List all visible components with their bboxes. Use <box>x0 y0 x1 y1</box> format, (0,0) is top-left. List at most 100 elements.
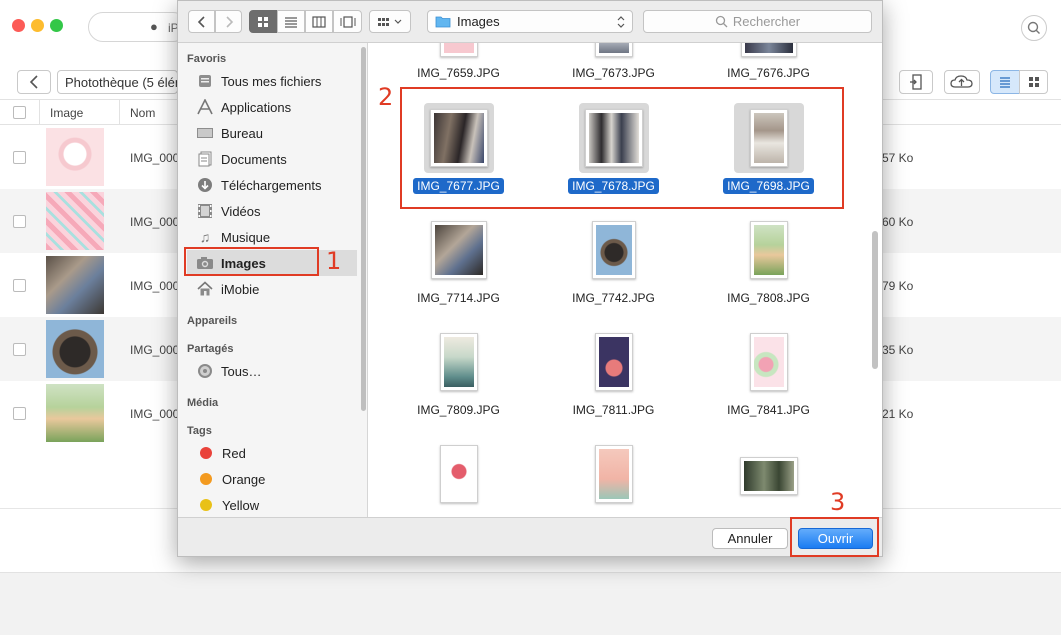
file-thumbnail <box>594 333 633 391</box>
column-name[interactable]: Nom <box>130 106 155 120</box>
file-item[interactable]: IMG_7811.JPG <box>541 327 686 437</box>
file-item[interactable]: IMG_7841.JPG <box>696 327 841 437</box>
tags-heading: Tags <box>187 425 212 437</box>
cancel-button[interactable]: Annuler <box>712 528 788 549</box>
search-icon <box>1027 21 1040 34</box>
list-view-icon <box>1000 77 1010 88</box>
icon-view-button[interactable] <box>249 10 277 33</box>
row-checkbox[interactable] <box>13 343 26 356</box>
sidebar-item-label: Orange <box>222 471 266 487</box>
updown-chevron-icon <box>617 16 625 28</box>
breadcrumb[interactable]: Photothèque (5 éléments) <box>57 70 178 94</box>
sidebar-item-label: Red <box>222 445 246 461</box>
device-tab[interactable]: ● iPhone <box>88 12 188 42</box>
appareils-heading: Appareils <box>187 315 238 327</box>
row-size: 35 Ko <box>882 343 914 357</box>
annotation-box-images <box>184 247 319 276</box>
sidebar-scrollbar[interactable] <box>361 47 366 411</box>
grid-view-button[interactable] <box>1019 70 1048 94</box>
chevron-left-icon <box>197 15 205 28</box>
sidebar-item-videos[interactable]: Vidéos <box>187 198 357 224</box>
location-popup[interactable]: Images <box>427 10 633 33</box>
back-button[interactable] <box>188 10 215 33</box>
sidebar-tag-orange[interactable]: Orange <box>187 466 357 492</box>
row-size: 21 Ko <box>882 407 914 421</box>
column-image[interactable]: Image <box>50 106 83 120</box>
chevron-left-icon <box>29 75 38 89</box>
coverflow-view-button[interactable] <box>333 10 362 33</box>
sidebar-item-downloads[interactable]: Téléchargements <box>187 172 357 198</box>
back-button[interactable] <box>17 70 51 94</box>
column-view-icon <box>312 15 326 28</box>
cloud-upload-button[interactable] <box>944 70 980 94</box>
downloads-icon <box>196 176 214 194</box>
sidebar-item-label: iMobie <box>221 281 260 297</box>
file-thumbnail <box>439 333 478 391</box>
file-item[interactable]: IMG_7808.JPG <box>696 215 841 325</box>
grid-scrollbar[interactable] <box>872 231 878 369</box>
file-name: IMG_7809.JPG <box>417 403 500 417</box>
file-item[interactable] <box>386 439 531 517</box>
file-item[interactable]: IMG_7742.JPG <box>541 215 686 325</box>
sidebar-item-label: Vidéos <box>221 203 261 219</box>
sidebar-item-label: Téléchargements <box>221 177 322 193</box>
file-item[interactable]: IMG_7809.JPG <box>386 327 531 437</box>
annotation-box-selected-files <box>400 87 844 209</box>
photo-thumbnail <box>46 384 104 442</box>
search-icon <box>715 15 728 28</box>
select-all-checkbox[interactable] <box>13 106 26 119</box>
search-field[interactable]: Rechercher <box>643 10 872 33</box>
annotation-step-1: 1 <box>326 247 342 275</box>
sidebar-item-all-files[interactable]: Tous mes fichiers <box>187 68 357 94</box>
import-button[interactable] <box>899 70 933 94</box>
search-placeholder: Rechercher <box>732 14 801 29</box>
sidebar-item-applications[interactable]: Applications <box>187 94 357 120</box>
file-name: IMG_7673.JPG <box>572 66 655 80</box>
arrange-icon <box>378 17 402 26</box>
sidebar-item-imobie[interactable]: iMobie <box>187 276 357 302</box>
sidebar-tag-red[interactable]: Red <box>187 440 357 466</box>
file-name: IMG_7808.JPG <box>727 291 810 305</box>
row-checkbox[interactable] <box>13 279 26 292</box>
coverflow-view-icon <box>340 15 355 28</box>
sidebar-item-label: Tous… <box>221 363 262 379</box>
library-footer <box>0 572 1061 635</box>
list-view-button[interactable] <box>990 70 1020 94</box>
minimize-window-button[interactable] <box>31 19 44 32</box>
forward-button[interactable] <box>215 10 242 33</box>
row-checkbox[interactable] <box>13 151 26 164</box>
arrange-menu-button[interactable] <box>369 10 411 33</box>
search-button[interactable] <box>1021 15 1047 41</box>
row-checkbox[interactable] <box>13 215 26 228</box>
close-window-button[interactable] <box>12 19 25 32</box>
sidebar-item-documents[interactable]: Documents <box>187 146 357 172</box>
column-view-button[interactable] <box>305 10 333 33</box>
file-item[interactable] <box>696 439 841 517</box>
file-thumbnail <box>739 457 798 495</box>
sidebar-tag-yellow[interactable]: Yellow <box>187 492 357 518</box>
zoom-window-button[interactable] <box>50 19 63 32</box>
file-name: IMG_7811.JPG <box>572 403 655 417</box>
file-thumbnail <box>594 43 633 57</box>
sidebar-item-label: Tous mes fichiers <box>221 73 322 89</box>
desktop-icon <box>196 124 214 142</box>
file-thumbnail <box>591 221 636 279</box>
sidebar-item-desktop[interactable]: Bureau <box>187 120 357 146</box>
file-item[interactable]: IMG_7714.JPG <box>386 215 531 325</box>
file-name: IMG_7841.JPG <box>727 403 810 417</box>
import-icon <box>910 74 922 90</box>
sidebar-item-label: Musique <box>221 229 271 245</box>
apple-icon: ● <box>150 19 158 34</box>
file-thumbnail <box>749 333 788 391</box>
photo-thumbnail <box>46 320 104 378</box>
sidebar-item-shared-all[interactable]: Tous… <box>187 358 357 384</box>
partages-heading: Partagés <box>187 343 234 355</box>
list-view-button[interactable] <box>277 10 305 33</box>
photo-thumbnail <box>46 128 104 186</box>
sidebar-item-label: Bureau <box>221 125 263 141</box>
file-item[interactable] <box>541 439 686 517</box>
location-label: Images <box>457 14 500 29</box>
home-icon <box>196 280 214 298</box>
all-files-icon <box>196 72 214 90</box>
row-checkbox[interactable] <box>13 407 26 420</box>
